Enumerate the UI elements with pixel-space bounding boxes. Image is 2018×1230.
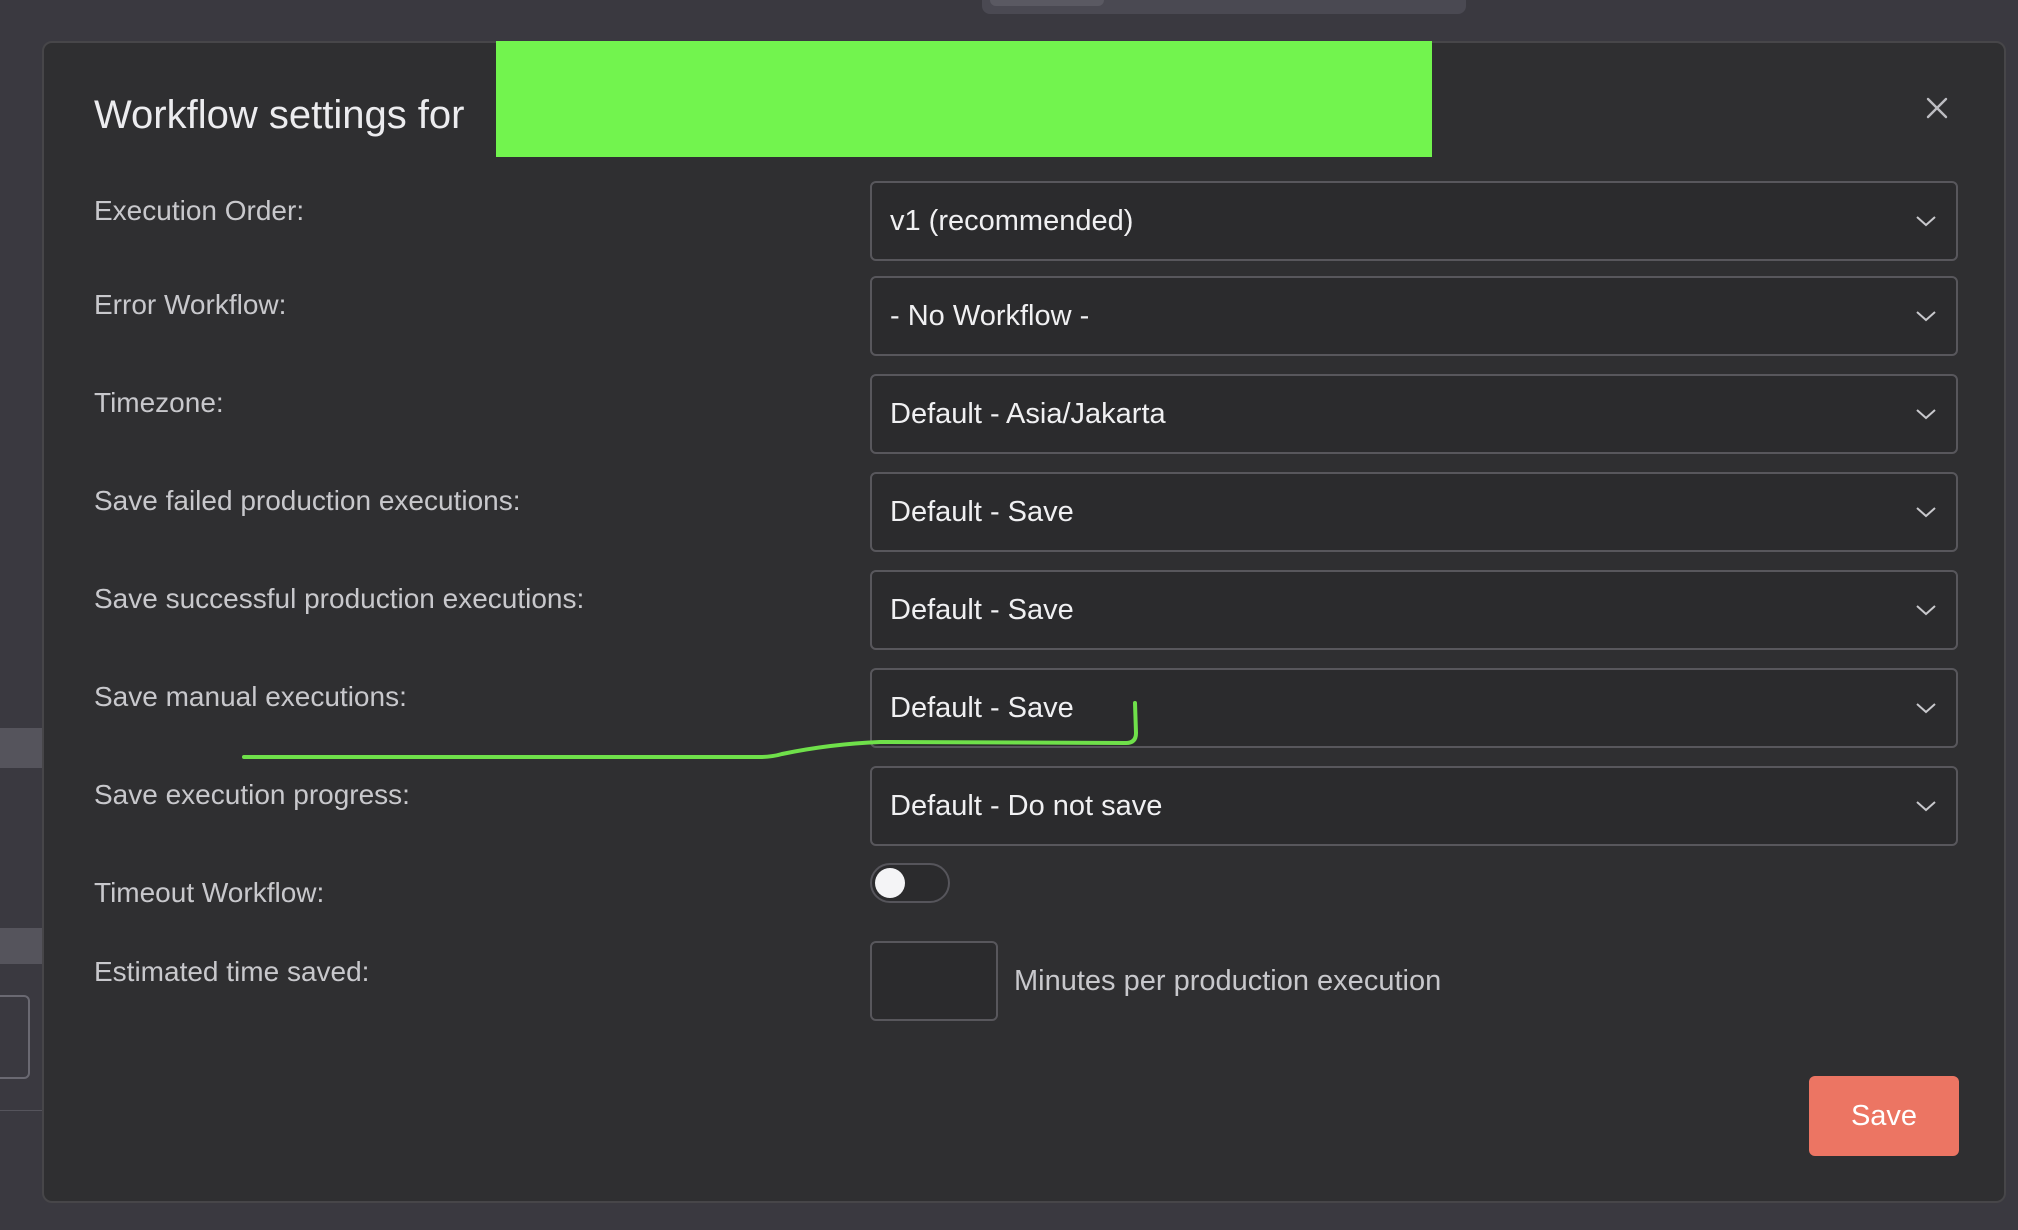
estimated-time-suffix: Minutes per production execution xyxy=(1014,965,1442,997)
chevron-down-icon xyxy=(1916,311,1936,322)
execution-order-value: v1 (recommended) xyxy=(890,205,1134,237)
save-failed-select[interactable]: Default - Save xyxy=(870,472,1958,552)
chevron-down-icon xyxy=(1916,801,1936,812)
dialog-title: Workflow settings for xyxy=(94,93,465,137)
save-successful-value: Default - Save xyxy=(890,594,1074,626)
execution-order-label: Execution Order: xyxy=(94,195,305,226)
background-box xyxy=(0,995,30,1079)
chevron-down-icon xyxy=(1916,216,1936,227)
close-icon[interactable] xyxy=(1922,93,1952,123)
save-manual-label: Save manual executions: xyxy=(94,681,407,712)
timeout-workflow-toggle[interactable] xyxy=(870,863,950,903)
save-progress-label: Save execution progress: xyxy=(94,779,410,810)
error-workflow-select[interactable]: - No Workflow - xyxy=(870,276,1958,356)
save-failed-value: Default - Save xyxy=(890,496,1074,528)
save-failed-label: Save failed production executions: xyxy=(94,485,521,516)
toggle-knob xyxy=(875,868,905,898)
error-workflow-value: - No Workflow - xyxy=(890,300,1090,332)
save-button[interactable]: Save xyxy=(1809,1076,1959,1156)
workflow-settings-dialog: Workflow settings for Execution Order: v… xyxy=(42,41,2006,1203)
timezone-label: Timezone: xyxy=(94,387,224,418)
background-strip xyxy=(0,928,44,964)
save-successful-label: Save successful production executions: xyxy=(94,583,585,614)
chevron-down-icon xyxy=(1916,703,1936,714)
background-divider xyxy=(0,1110,44,1111)
redaction-block xyxy=(496,41,1432,157)
error-workflow-label: Error Workflow: xyxy=(94,289,287,320)
background-tab-inner xyxy=(990,0,1104,6)
save-progress-value: Default - Do not save xyxy=(890,790,1163,822)
timezone-select[interactable]: Default - Asia/Jakarta xyxy=(870,374,1958,454)
save-successful-select[interactable]: Default - Save xyxy=(870,570,1958,650)
chevron-down-icon xyxy=(1916,605,1936,616)
background-strip xyxy=(0,728,44,768)
estimated-time-label: Estimated time saved: xyxy=(94,956,370,987)
timezone-value: Default - Asia/Jakarta xyxy=(890,398,1166,430)
estimated-time-input[interactable] xyxy=(870,941,998,1021)
chevron-down-icon xyxy=(1916,409,1936,420)
timeout-workflow-label: Timeout Workflow: xyxy=(94,877,325,908)
chevron-down-icon xyxy=(1916,507,1936,518)
save-manual-value: Default - Save xyxy=(890,692,1074,724)
execution-order-select[interactable]: v1 (recommended) xyxy=(870,181,1958,261)
save-progress-select[interactable]: Default - Do not save xyxy=(870,766,1958,846)
save-manual-select[interactable]: Default - Save xyxy=(870,668,1958,748)
